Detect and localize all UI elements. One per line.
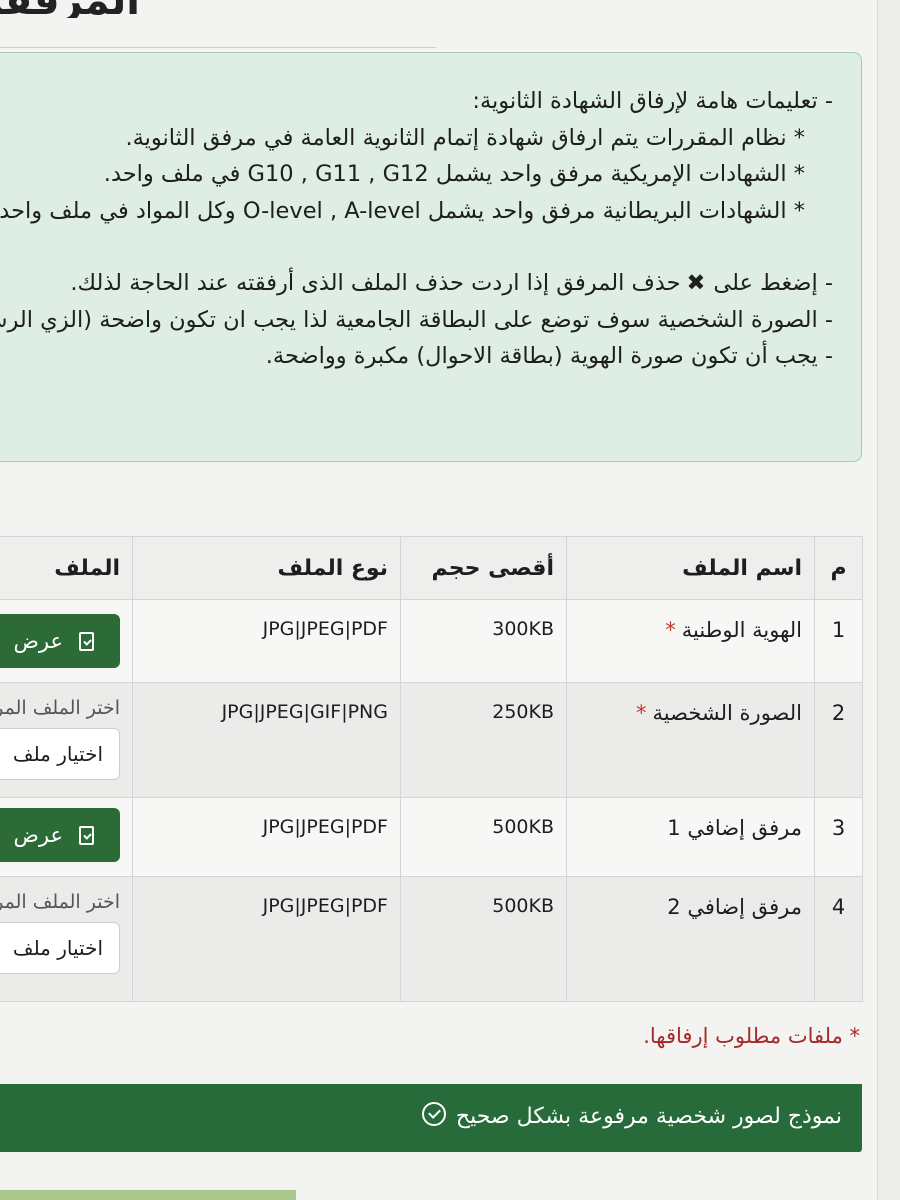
- file-name-cell: الهوية الوطنية*: [566, 599, 815, 683]
- attachments-table: م اسم الملف أقصى حجم نوع الملف الملف 1 ا…: [0, 536, 863, 1002]
- file-name: الهوية الوطنية: [681, 618, 802, 642]
- page-title: المرفقات: [0, 0, 140, 18]
- close-x-icon: ✖: [686, 270, 706, 296]
- instructions-panel: - تعليمات هامة لإرفاق الشهادة الثانوية: …: [0, 52, 862, 462]
- header-max-size: أقصى حجم: [400, 536, 567, 600]
- file-name: الصورة الشخصية: [652, 701, 802, 725]
- choose-file-button[interactable]: اختيار ملف: [0, 728, 120, 780]
- view-file-button[interactable]: عرض: [0, 614, 120, 668]
- row-number: 3: [814, 797, 863, 877]
- file-type: JPG|JPEG|PDF: [132, 599, 401, 683]
- row-number: 1: [814, 599, 863, 683]
- sample-photos-link[interactable]: نموذج لصور شخصية مرفوعة بشكل صحيح: [0, 1084, 862, 1152]
- max-size: 500KB: [400, 876, 567, 1002]
- file-action-cell: اختر الملف المراد ارفاقه اختيار ملف: [0, 876, 133, 1002]
- table-row: 2 الصورة الشخصية* 250KB JPG|JPEG|GIF|PNG…: [0, 682, 863, 798]
- instructions-title: - تعليمات هامة لإرفاق الشهادة الثانوية:: [472, 88, 833, 114]
- view-button-label: عرض: [13, 823, 63, 847]
- file-name: مرفق إضافي 2: [566, 876, 815, 1002]
- file-action-cell: عرض: [0, 797, 133, 877]
- header-file-name: اسم الملف: [566, 536, 815, 600]
- table-row: 4 مرفق إضافي 2 500KB JPG|JPEG|PDF اختر ا…: [0, 876, 863, 1002]
- choose-file-label: اختر الملف المراد ارفاقه: [0, 697, 120, 719]
- document-check-icon: [79, 631, 94, 651]
- max-size: 300KB: [400, 599, 567, 683]
- choose-file-label: اختر الملف المراد ارفاقه: [0, 891, 120, 913]
- instruction-american-certificates: * الشهادات الإمريكية مرفق واحد يشمل G10 …: [103, 161, 805, 187]
- page-scrollbar[interactable]: [877, 0, 900, 1200]
- max-size: 250KB: [400, 682, 567, 798]
- table-row: 3 مرفق إضافي 1 500KB JPG|JPEG|PDF عرض: [0, 797, 863, 877]
- table-header-row: م اسم الملف أقصى حجم نوع الملف الملف: [0, 536, 863, 600]
- required-star: *: [665, 618, 676, 642]
- file-type: JPG|JPEG|PDF: [132, 797, 401, 877]
- photo-instruction: - الصورة الشخصية سوف توضع على البطاقة ال…: [0, 306, 833, 333]
- instructions-gap: [0, 229, 833, 265]
- title-divider: [0, 47, 436, 48]
- instruction-courses-system: * نظام المقررات يتم ارفاق شهادة إتمام ال…: [125, 124, 805, 151]
- view-file-button[interactable]: عرض: [0, 808, 120, 862]
- sample-photos-label: نموذج لصور شخصية مرفوعة بشكل صحيح: [455, 1104, 842, 1129]
- file-type: JPG|JPEG|PDF: [132, 876, 401, 1002]
- header-file: الملف: [0, 536, 133, 600]
- max-size: 500KB: [400, 797, 567, 877]
- check-circle-icon: [421, 1102, 446, 1126]
- file-type: JPG|JPEG|GIF|PNG: [132, 682, 401, 798]
- required-star: *: [636, 701, 647, 725]
- document-check-icon: [79, 825, 94, 845]
- header-num: م: [814, 536, 863, 600]
- delete-instruction-prefix: - إضغط على: [713, 270, 833, 296]
- view-button-label: عرض: [13, 629, 63, 653]
- required-files-note: * ملفات مطلوب إرفاقها.: [643, 1024, 860, 1048]
- file-name: مرفق إضافي 1: [566, 797, 815, 877]
- file-name-cell: الصورة الشخصية*: [566, 682, 815, 798]
- file-action-cell: عرض: [0, 599, 133, 683]
- delete-instruction: - إضغط على ✖حذف المرفق إذا اردت حذف الملف…: [0, 265, 833, 302]
- row-number: 4: [814, 876, 863, 1002]
- file-action-cell: اختر الملف المراد ارفاقه اختيار ملف: [0, 682, 133, 798]
- header-file-type: نوع الملف: [132, 536, 401, 600]
- row-number: 2: [814, 682, 863, 798]
- table-row: 1 الهوية الوطنية* 300KB JPG|JPEG|PDF عرض: [0, 599, 863, 683]
- delete-instruction-text: حذف المرفق إذا اردت حذف الملف الذى أرفقت…: [70, 270, 681, 296]
- choose-file-button[interactable]: اختيار ملف: [0, 922, 120, 974]
- id-instruction: - يجب أن تكون صورة الهوية (بطاقة الاحوال…: [265, 343, 833, 369]
- instruction-british-certificates: * الشهادات البريطانية مرفق واحد يشمل O-l…: [0, 197, 805, 224]
- bottom-green-strip: [0, 1190, 296, 1200]
